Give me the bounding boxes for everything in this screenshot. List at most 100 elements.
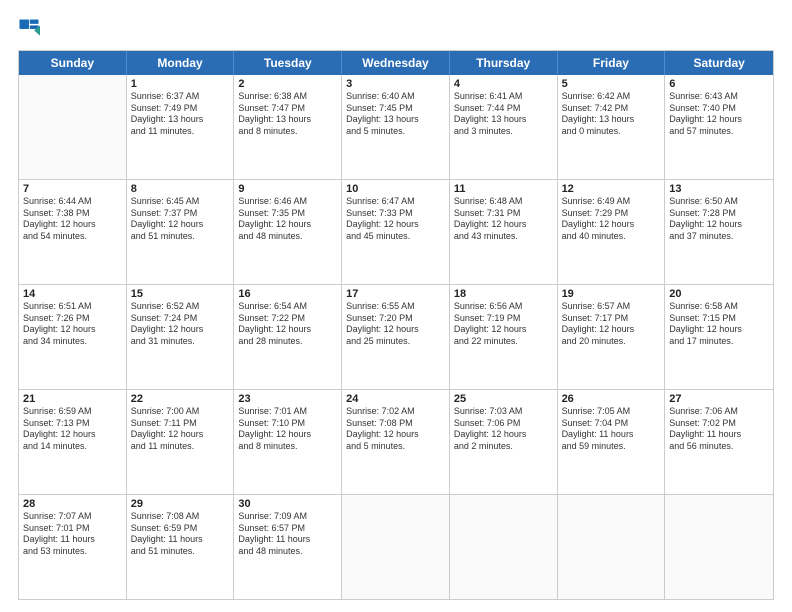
- logo-icon: [18, 18, 40, 40]
- cell-info-line: Daylight: 12 hours: [562, 324, 661, 336]
- day-number: 12: [562, 183, 661, 195]
- cell-info-line: and 45 minutes.: [346, 231, 445, 243]
- cell-info-line: Sunset: 7:15 PM: [669, 313, 769, 325]
- cell-info-line: Sunrise: 6:52 AM: [131, 301, 230, 313]
- calendar-cell: 25Sunrise: 7:03 AMSunset: 7:06 PMDayligh…: [450, 390, 558, 494]
- day-number: 19: [562, 288, 661, 300]
- cell-info-line: and 43 minutes.: [454, 231, 553, 243]
- cell-info-line: Sunset: 7:33 PM: [346, 208, 445, 220]
- cell-info-line: Daylight: 13 hours: [454, 114, 553, 126]
- day-number: 18: [454, 288, 553, 300]
- day-number: 2: [238, 78, 337, 90]
- cell-info-line: Sunset: 7:10 PM: [238, 418, 337, 430]
- cell-info-line: Sunset: 7:44 PM: [454, 103, 553, 115]
- cell-info-line: Sunset: 7:04 PM: [562, 418, 661, 430]
- day-number: 10: [346, 183, 445, 195]
- cell-info-line: and 20 minutes.: [562, 336, 661, 348]
- cell-info-line: and 8 minutes.: [238, 126, 337, 138]
- cell-info-line: Sunrise: 6:47 AM: [346, 196, 445, 208]
- cell-info-line: Sunrise: 7:07 AM: [23, 511, 122, 523]
- day-number: 1: [131, 78, 230, 90]
- cell-info-line: and 48 minutes.: [238, 546, 337, 558]
- cell-info-line: Sunset: 7:08 PM: [346, 418, 445, 430]
- cell-info-line: Sunset: 7:31 PM: [454, 208, 553, 220]
- cell-info-line: Sunrise: 6:58 AM: [669, 301, 769, 313]
- cell-info-line: Sunset: 7:22 PM: [238, 313, 337, 325]
- calendar-cell: 20Sunrise: 6:58 AMSunset: 7:15 PMDayligh…: [665, 285, 773, 389]
- cell-info-line: Sunset: 7:40 PM: [669, 103, 769, 115]
- cell-info-line: Sunrise: 6:55 AM: [346, 301, 445, 313]
- cell-info-line: Daylight: 11 hours: [131, 534, 230, 546]
- cell-info-line: Sunset: 7:45 PM: [346, 103, 445, 115]
- cell-info-line: Sunset: 7:24 PM: [131, 313, 230, 325]
- cell-info-line: Sunset: 7:38 PM: [23, 208, 122, 220]
- cell-info-line: Sunrise: 7:06 AM: [669, 406, 769, 418]
- cell-info-line: Daylight: 12 hours: [454, 219, 553, 231]
- cell-info-line: Daylight: 12 hours: [238, 429, 337, 441]
- cell-info-line: and 53 minutes.: [23, 546, 122, 558]
- calendar-cell: 2Sunrise: 6:38 AMSunset: 7:47 PMDaylight…: [234, 75, 342, 179]
- calendar-cell: 4Sunrise: 6:41 AMSunset: 7:44 PMDaylight…: [450, 75, 558, 179]
- calendar-row-0: 1Sunrise: 6:37 AMSunset: 7:49 PMDaylight…: [19, 75, 773, 180]
- calendar-cell: [665, 495, 773, 599]
- cell-info-line: Daylight: 13 hours: [562, 114, 661, 126]
- page-header: [18, 18, 774, 40]
- day-number: 22: [131, 393, 230, 405]
- cell-info-line: Sunset: 7:01 PM: [23, 523, 122, 535]
- cell-info-line: Sunrise: 6:45 AM: [131, 196, 230, 208]
- cell-info-line: Daylight: 12 hours: [131, 324, 230, 336]
- calendar-cell: 5Sunrise: 6:42 AMSunset: 7:42 PMDaylight…: [558, 75, 666, 179]
- day-number: 4: [454, 78, 553, 90]
- cell-info-line: Daylight: 12 hours: [669, 114, 769, 126]
- cell-info-line: and 48 minutes.: [238, 231, 337, 243]
- cell-info-line: Sunset: 7:28 PM: [669, 208, 769, 220]
- cell-info-line: and 57 minutes.: [669, 126, 769, 138]
- calendar-cell: 23Sunrise: 7:01 AMSunset: 7:10 PMDayligh…: [234, 390, 342, 494]
- calendar-cell: 21Sunrise: 6:59 AMSunset: 7:13 PMDayligh…: [19, 390, 127, 494]
- cell-info-line: and 28 minutes.: [238, 336, 337, 348]
- day-number: 3: [346, 78, 445, 90]
- cell-info-line: Sunrise: 6:42 AM: [562, 91, 661, 103]
- cell-info-line: Daylight: 12 hours: [346, 429, 445, 441]
- day-number: 7: [23, 183, 122, 195]
- calendar-cell: 6Sunrise: 6:43 AMSunset: 7:40 PMDaylight…: [665, 75, 773, 179]
- calendar-row-2: 14Sunrise: 6:51 AMSunset: 7:26 PMDayligh…: [19, 285, 773, 390]
- day-number: 20: [669, 288, 769, 300]
- header-day-saturday: Saturday: [665, 51, 773, 75]
- cell-info-line: Sunrise: 7:01 AM: [238, 406, 337, 418]
- calendar-row-1: 7Sunrise: 6:44 AMSunset: 7:38 PMDaylight…: [19, 180, 773, 285]
- calendar-cell: 19Sunrise: 6:57 AMSunset: 7:17 PMDayligh…: [558, 285, 666, 389]
- calendar-cell: [450, 495, 558, 599]
- cell-info-line: Sunrise: 6:56 AM: [454, 301, 553, 313]
- calendar-cell: [558, 495, 666, 599]
- cell-info-line: Daylight: 11 hours: [669, 429, 769, 441]
- calendar-cell: 24Sunrise: 7:02 AMSunset: 7:08 PMDayligh…: [342, 390, 450, 494]
- day-number: 27: [669, 393, 769, 405]
- cell-info-line: Daylight: 12 hours: [23, 219, 122, 231]
- cell-info-line: Sunrise: 6:43 AM: [669, 91, 769, 103]
- cell-info-line: and 5 minutes.: [346, 441, 445, 453]
- calendar-cell: 27Sunrise: 7:06 AMSunset: 7:02 PMDayligh…: [665, 390, 773, 494]
- calendar-header: SundayMondayTuesdayWednesdayThursdayFrid…: [19, 51, 773, 75]
- cell-info-line: Sunset: 7:11 PM: [131, 418, 230, 430]
- cell-info-line: and 5 minutes.: [346, 126, 445, 138]
- cell-info-line: Daylight: 12 hours: [669, 324, 769, 336]
- calendar-cell: 8Sunrise: 6:45 AMSunset: 7:37 PMDaylight…: [127, 180, 235, 284]
- day-number: 26: [562, 393, 661, 405]
- cell-info-line: Daylight: 12 hours: [23, 324, 122, 336]
- cell-info-line: Sunrise: 6:54 AM: [238, 301, 337, 313]
- calendar-cell: 16Sunrise: 6:54 AMSunset: 7:22 PMDayligh…: [234, 285, 342, 389]
- calendar-cell: 10Sunrise: 6:47 AMSunset: 7:33 PMDayligh…: [342, 180, 450, 284]
- day-number: 16: [238, 288, 337, 300]
- cell-info-line: Daylight: 12 hours: [562, 219, 661, 231]
- calendar-cell: [342, 495, 450, 599]
- day-number: 28: [23, 498, 122, 510]
- cell-info-line: Sunrise: 6:40 AM: [346, 91, 445, 103]
- day-number: 6: [669, 78, 769, 90]
- calendar-cell: 11Sunrise: 6:48 AMSunset: 7:31 PMDayligh…: [450, 180, 558, 284]
- calendar-body: 1Sunrise: 6:37 AMSunset: 7:49 PMDaylight…: [19, 75, 773, 599]
- cell-info-line: Daylight: 11 hours: [238, 534, 337, 546]
- header-day-sunday: Sunday: [19, 51, 127, 75]
- calendar-cell: 1Sunrise: 6:37 AMSunset: 7:49 PMDaylight…: [127, 75, 235, 179]
- cell-info-line: Sunset: 7:17 PM: [562, 313, 661, 325]
